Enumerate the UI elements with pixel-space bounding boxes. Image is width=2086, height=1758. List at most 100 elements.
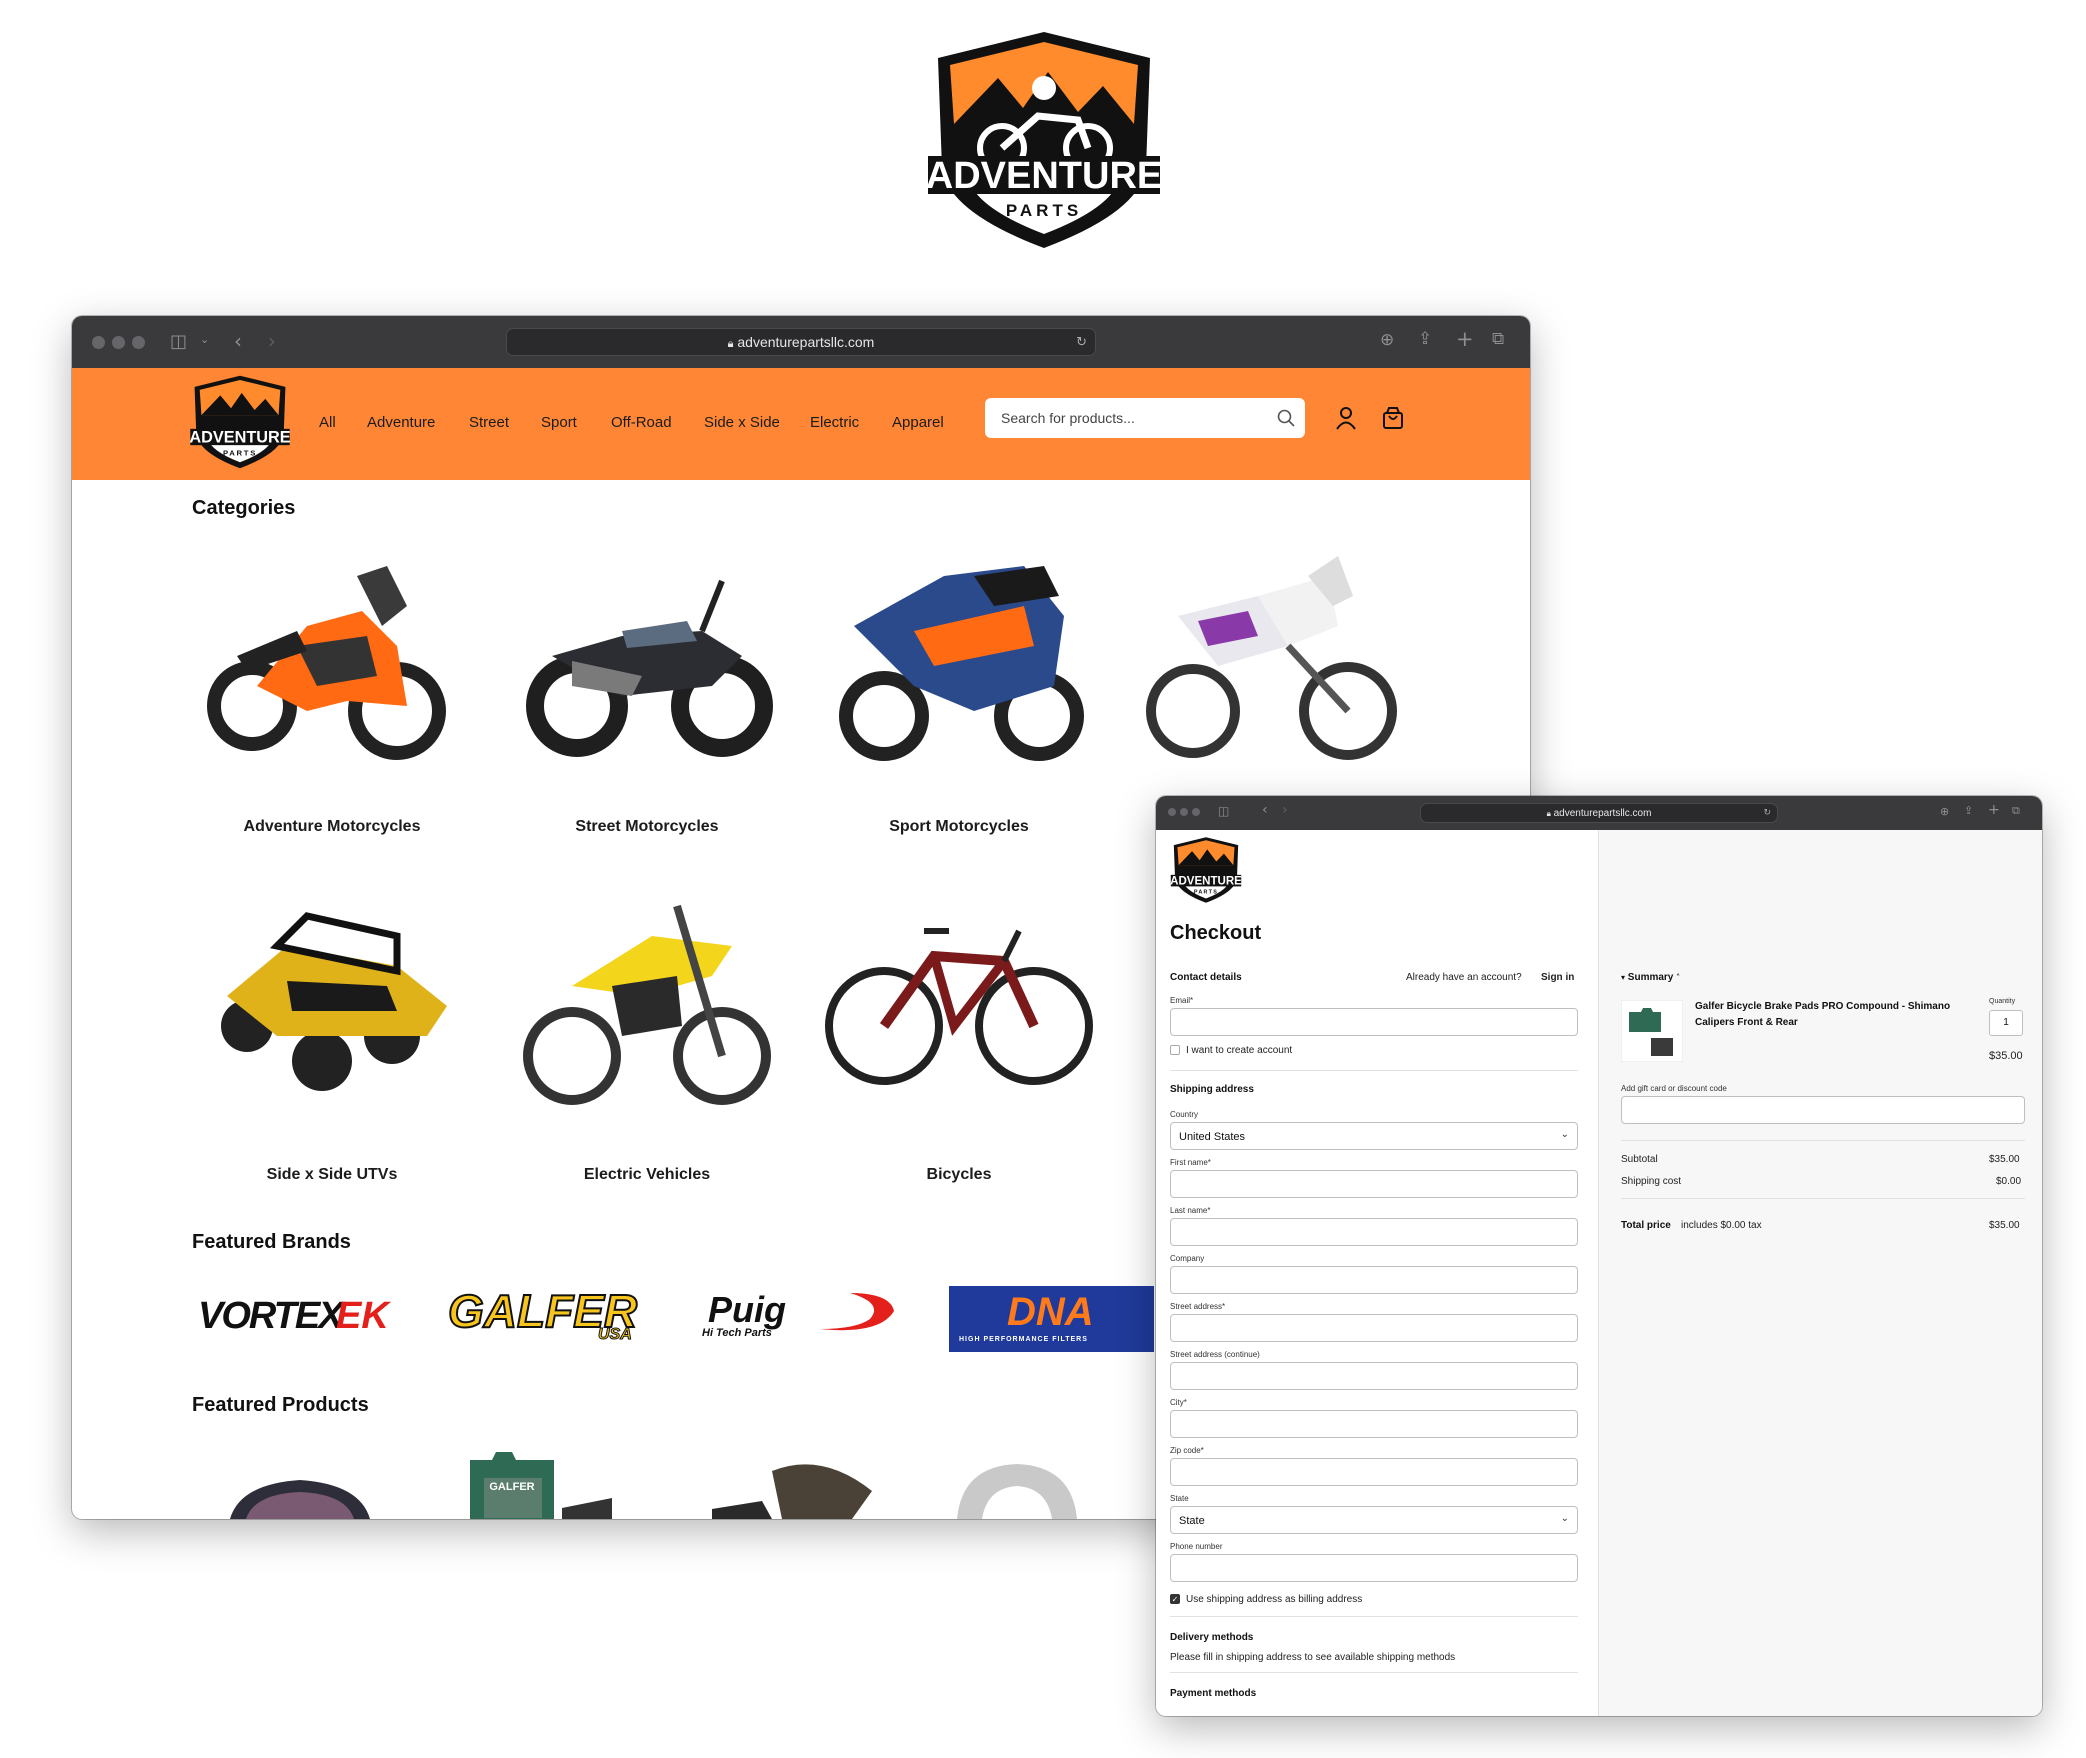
state-select[interactable]: State ⌄ [1170, 1506, 1578, 1534]
address-bar[interactable]: 🔒︎ adventurepartsllc.com ↻ [506, 328, 1096, 356]
product-thumb-brake-rotor[interactable] [952, 1456, 1082, 1519]
category-label-bicycles[interactable]: Bicycles [824, 1166, 1094, 1184]
nav-item-adventure[interactable]: Adventure [367, 414, 435, 431]
nav-item-electric[interactable]: Electric [810, 414, 859, 431]
nav-item-off-road[interactable]: Off-Road [611, 414, 672, 431]
brand-logo-dna[interactable]: DNA HIGH PERFORMANCE FILTERS [949, 1286, 1154, 1352]
back-icon[interactable]: ‹ [234, 329, 242, 353]
nav-item-street[interactable]: Street [469, 414, 509, 431]
total-tax-note: includes $0.00 tax [1681, 1220, 1762, 1231]
already-have-account-text: Already have an account? [1406, 972, 1522, 983]
zoom-window-button[interactable] [1192, 808, 1200, 816]
category-label-street[interactable]: Street Motorcycles [512, 818, 782, 836]
minimize-window-button[interactable] [112, 336, 125, 349]
shipping-cost-label: Shipping cost [1621, 1176, 1682, 1187]
nav-item-apparel[interactable]: Apparel [892, 414, 944, 431]
phone-number-label: Phone number [1170, 1542, 1223, 1551]
site-header: ADVENTURE PARTS All Adventure Street Spo… [72, 368, 1530, 480]
category-label-adventure[interactable]: Adventure Motorcycles [197, 818, 467, 836]
share-icon[interactable]: ⇪ [1418, 329, 1432, 349]
back-icon[interactable]: ‹ [1262, 802, 1268, 818]
last-name-field[interactable] [1170, 1218, 1578, 1246]
reload-icon[interactable]: ↻ [1763, 804, 1771, 823]
new-tab-icon[interactable]: + [1456, 327, 1474, 351]
last-name-label: Last name* [1170, 1206, 1211, 1215]
reload-icon[interactable]: ↻ [1076, 329, 1087, 356]
category-label-side-x-side[interactable]: Side x Side UTVs [197, 1166, 467, 1184]
city-field[interactable] [1170, 1410, 1578, 1438]
share-icon[interactable]: ⇪ [1964, 804, 1973, 817]
city-label: City* [1170, 1398, 1187, 1407]
category-label-electric[interactable]: Electric Vehicles [512, 1166, 782, 1184]
browser-titlebar: ◫ ⌄ ‹ › 🔒︎ adventurepartsllc.com ↻ ⊕ ⇪ +… [72, 316, 1530, 368]
nav-item-sport[interactable]: Sport [541, 414, 577, 431]
brand-vortex-name: VORTEX [198, 1295, 344, 1337]
country-label: Country [1170, 1110, 1199, 1119]
category-image-bicycles[interactable] [824, 876, 1094, 1126]
download-icon[interactable]: ⊕ [1940, 805, 1949, 818]
company-field[interactable] [1170, 1266, 1578, 1294]
checkout-form-panel: ADVENTURE PARTS Checkout Contact details… [1156, 830, 1598, 1716]
phone-number-field[interactable] [1170, 1554, 1578, 1582]
create-account-checkbox[interactable] [1170, 1045, 1180, 1055]
brand-dna-name: DNA [1007, 1290, 1094, 1334]
sidebar-toggle-icon[interactable]: ◫ [1218, 804, 1229, 818]
state-value: State [1179, 1515, 1205, 1527]
divider [1621, 1140, 2025, 1141]
brand-logo-vortex[interactable]: VORTEX EK [198, 1281, 403, 1349]
chevron-down-icon[interactable]: ⌄ [200, 333, 209, 346]
discount-code-field[interactable] [1621, 1096, 2025, 1124]
close-window-button[interactable] [92, 336, 105, 349]
chevron-down-icon: ⌄ [1560, 1513, 1569, 1524]
forward-icon[interactable]: › [1282, 802, 1288, 818]
checkout-address-bar[interactable]: 🔒︎ adventurepartsllc.com ↻ [1420, 803, 1778, 823]
summary-toggle[interactable]: ▾ Summary ˄ [1621, 972, 1680, 983]
product-thumb-air-filter[interactable] [220, 1454, 380, 1519]
zip-code-label: Zip code* [1170, 1446, 1204, 1455]
tab-overview-icon[interactable]: ⧉ [1492, 329, 1504, 349]
summary-heading: Summary [1627, 972, 1674, 983]
product-thumb-brake-shoes[interactable] [702, 1451, 902, 1519]
checkout-logo[interactable]: ADVENTURE PARTS [1170, 836, 1242, 904]
site-logo[interactable]: ADVENTURE PARTS [190, 374, 290, 470]
quantity-field[interactable]: 1 [1989, 1010, 2023, 1036]
first-name-field[interactable] [1170, 1170, 1578, 1198]
summary-item-name-line2: Calipers Front & Rear [1695, 1017, 1798, 1028]
minimize-window-button[interactable] [1180, 808, 1188, 816]
street-address-field[interactable] [1170, 1314, 1578, 1342]
new-tab-icon[interactable]: + [1988, 802, 2000, 818]
close-window-button[interactable] [1168, 808, 1176, 816]
delivery-methods-note: Please fill in shipping address to see a… [1170, 1652, 1456, 1663]
site-logo-word1: ADVENTURE [190, 429, 290, 447]
search-input[interactable]: Search for products... [985, 398, 1305, 438]
forward-icon[interactable]: › [268, 329, 276, 353]
email-field[interactable] [1170, 1008, 1578, 1036]
brand-logo-puig[interactable]: Puig Hi Tech Parts [700, 1281, 905, 1349]
account-icon[interactable] [1336, 406, 1356, 430]
category-image-street[interactable] [512, 536, 782, 786]
brand-logo-galfer[interactable]: GALFER USA [447, 1278, 648, 1346]
first-name-label: First name* [1170, 1158, 1211, 1167]
download-icon[interactable]: ⊕ [1380, 330, 1394, 350]
category-image-adventure[interactable] [197, 536, 467, 786]
street-address-label: Street address* [1170, 1302, 1226, 1311]
tab-overview-icon[interactable]: ⧉ [2012, 804, 2020, 818]
billing-same-checkbox[interactable]: ✓ [1170, 1594, 1180, 1604]
category-image-electric[interactable] [512, 876, 782, 1126]
category-image-sport[interactable] [824, 536, 1094, 786]
category-image-off-road[interactable] [1138, 536, 1408, 786]
nav-item-side-x-side[interactable]: Side x Side [704, 414, 780, 431]
category-image-side-x-side[interactable] [197, 876, 467, 1126]
category-label-sport[interactable]: Sport Motorcycles [824, 818, 1094, 836]
zoom-window-button[interactable] [132, 336, 145, 349]
country-select[interactable]: United States ⌄ [1170, 1122, 1578, 1150]
sidebar-toggle-icon[interactable]: ◫ [170, 331, 187, 352]
sign-in-link[interactable]: Sign in [1541, 972, 1574, 983]
cart-icon[interactable] [1382, 406, 1404, 430]
nav-item-all[interactable]: All [319, 414, 336, 431]
zip-code-field[interactable] [1170, 1458, 1578, 1486]
product-thumb-brake-pads[interactable]: GALFER [462, 1448, 612, 1519]
search-icon[interactable] [1277, 409, 1295, 427]
street-address-continue-field[interactable] [1170, 1362, 1578, 1390]
summary-item-price: $35.00 [1989, 1050, 2023, 1062]
